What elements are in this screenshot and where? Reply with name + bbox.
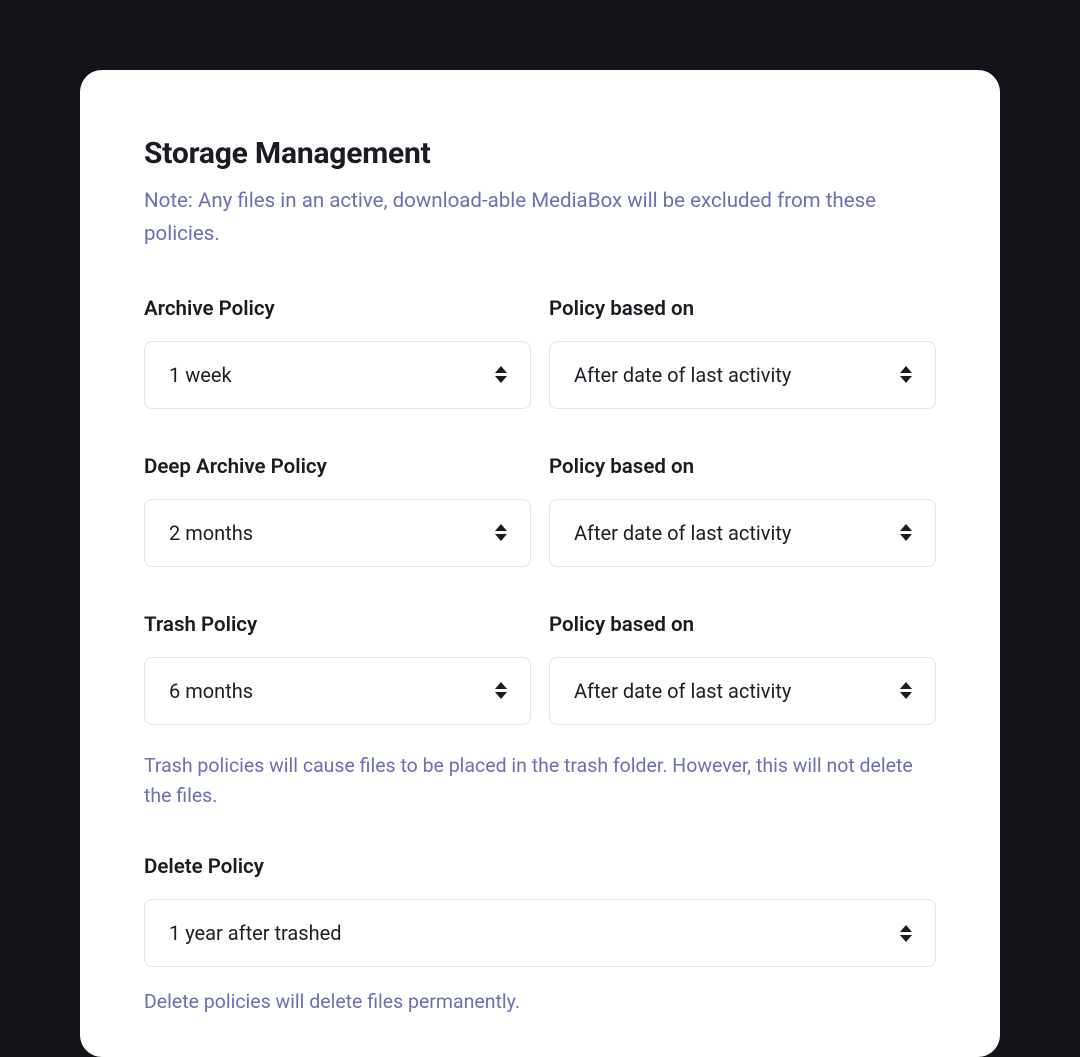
archive-basis-select[interactable]: After date of last activity bbox=[549, 341, 936, 409]
deep-archive-basis-value: After date of last activity bbox=[574, 521, 791, 545]
trash-basis-select[interactable]: After date of last activity bbox=[549, 657, 936, 725]
updown-caret-icon bbox=[899, 364, 913, 386]
archive-policy-label: Archive Policy bbox=[144, 297, 531, 321]
delete-help-text: Delete policies will delete files perman… bbox=[144, 987, 936, 1017]
updown-caret-icon bbox=[494, 522, 508, 544]
policy-note: Note: Any files in an active, download-a… bbox=[144, 185, 936, 251]
archive-policy-select[interactable]: 1 week bbox=[144, 341, 531, 409]
archive-basis-value: After date of last activity bbox=[574, 363, 791, 387]
archive-policy-field: Archive Policy 1 week bbox=[144, 297, 531, 409]
trash-policy-row: Trash Policy 6 months Policy based on Af… bbox=[144, 613, 936, 725]
trash-policy-field: Trash Policy 6 months bbox=[144, 613, 531, 725]
deep-archive-basis-select[interactable]: After date of last activity bbox=[549, 499, 936, 567]
updown-caret-icon bbox=[494, 680, 508, 702]
trash-help-text: Trash policies will cause files to be pl… bbox=[144, 751, 936, 811]
updown-caret-icon bbox=[494, 364, 508, 386]
deep-archive-policy-row: Deep Archive Policy 2 months Policy base… bbox=[144, 455, 936, 567]
archive-policy-value: 1 week bbox=[169, 363, 232, 387]
delete-policy-label: Delete Policy bbox=[144, 855, 936, 879]
deep-archive-policy-value: 2 months bbox=[169, 521, 253, 545]
trash-basis-field: Policy based on After date of last activ… bbox=[549, 613, 936, 725]
trash-basis-label: Policy based on bbox=[549, 613, 936, 637]
deep-archive-policy-label: Deep Archive Policy bbox=[144, 455, 531, 479]
delete-policy-select[interactable]: 1 year after trashed bbox=[144, 899, 936, 967]
archive-policy-row: Archive Policy 1 week Policy based on Af… bbox=[144, 297, 936, 409]
storage-management-card: Storage Management Note: Any files in an… bbox=[80, 70, 1000, 1057]
deep-archive-basis-field: Policy based on After date of last activ… bbox=[549, 455, 936, 567]
deep-archive-policy-field: Deep Archive Policy 2 months bbox=[144, 455, 531, 567]
deep-archive-basis-label: Policy based on bbox=[549, 455, 936, 479]
archive-basis-field: Policy based on After date of last activ… bbox=[549, 297, 936, 409]
updown-caret-icon bbox=[899, 680, 913, 702]
trash-policy-value: 6 months bbox=[169, 679, 253, 703]
trash-policy-label: Trash Policy bbox=[144, 613, 531, 637]
page-title: Storage Management bbox=[144, 136, 936, 171]
delete-policy-section: Delete Policy 1 year after trashed bbox=[144, 855, 936, 967]
trash-policy-select[interactable]: 6 months bbox=[144, 657, 531, 725]
updown-caret-icon bbox=[899, 522, 913, 544]
delete-policy-value: 1 year after trashed bbox=[169, 921, 342, 945]
deep-archive-policy-select[interactable]: 2 months bbox=[144, 499, 531, 567]
archive-basis-label: Policy based on bbox=[549, 297, 936, 321]
trash-basis-value: After date of last activity bbox=[574, 679, 791, 703]
updown-caret-icon bbox=[899, 922, 913, 944]
